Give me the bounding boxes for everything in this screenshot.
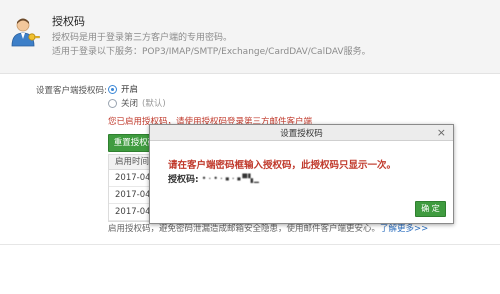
confirm-button[interactable]: 确 定 (415, 201, 446, 217)
dialog-title: 设置授权码 (280, 129, 323, 139)
radio-default-hint: (默认) (142, 99, 166, 109)
dialog-header: 设置授权码 × (150, 125, 453, 141)
radio-disable-label[interactable]: 关闭 (121, 97, 138, 109)
radio-disable[interactable]: 关闭 (默认) (108, 97, 166, 109)
user-key-icon (10, 16, 40, 48)
auth-code-dialog: 设置授权码 × 请在客户端密码框输入授权码，此授权码只显示一次。 授权码: •·… (149, 124, 454, 224)
panel-description: 授权码是用于登录第三方客户端的专用密码。 (52, 33, 233, 43)
auth-code-label: 授权码: (168, 175, 199, 185)
dialog-message: 请在客户端密码框输入授权码，此授权码只显示一次。 (168, 160, 397, 171)
radio-disable-indicator[interactable] (108, 98, 117, 108)
footer-note-text: 启用授权码，避免密码泄漏造成邮箱安全隐患，使用邮件客户端更安心。 (108, 224, 381, 234)
close-icon[interactable]: × (437, 126, 446, 139)
learn-more-link[interactable]: 了解更多>> (380, 224, 428, 234)
panel-services: 适用于登录以下服务：POP3/IMAP/SMTP/Exchange/CardDA… (52, 47, 371, 57)
auth-code-value: •·•·▪·▪▀▚▁ (201, 174, 260, 183)
page-title: 授权码 (52, 15, 85, 28)
auth-code-row: 授权码: •·•·▪·▪▀▚▁ (168, 172, 260, 185)
header-panel: 授权码 授权码是用于登录第三方客户端的专用密码。 适用于登录以下服务：POP3/… (0, 0, 500, 74)
auth-code-setting-label: 设置客户端授权码: (36, 86, 107, 96)
divider (0, 244, 500, 245)
radio-enable[interactable]: 开启 (108, 83, 138, 95)
radio-enable-label[interactable]: 开启 (121, 83, 138, 95)
radio-enable-indicator[interactable] (108, 84, 117, 94)
